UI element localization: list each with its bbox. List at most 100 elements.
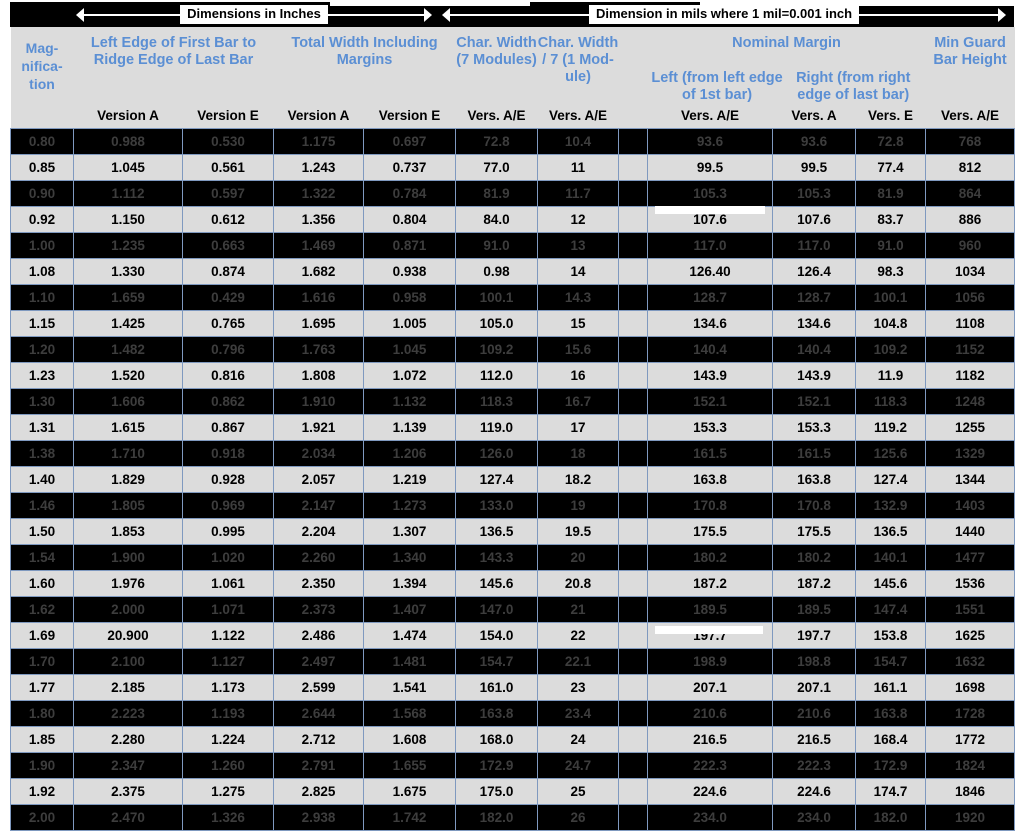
cell-r5-c4: 0.938	[363, 257, 457, 285]
cell-r26-c5: 182.0	[455, 803, 539, 831]
cell-r2-c5: 81.9	[455, 179, 539, 207]
cell-r12-c3: 2.034	[273, 439, 365, 467]
cell-r16-c9: 180.2	[772, 543, 857, 571]
cell-r21-c7	[618, 673, 649, 701]
cell-r14-c4: 1.273	[363, 491, 457, 519]
cell-r7-c11: 1108	[925, 309, 1016, 337]
cell-r18-c9: 189.5	[772, 595, 857, 623]
cell-r2-c10: 81.9	[855, 179, 927, 207]
cell-r26-c10: 182.0	[855, 803, 927, 831]
cell-r24-c6: 24.7	[537, 751, 620, 779]
table-row: 1.31 1.615 0.867 1.921 1.139 119.0 17 153.3 153.…	[10, 413, 1016, 441]
cell-r11-c11: 1255	[925, 413, 1016, 441]
cell-r15-c9: 175.5	[772, 517, 857, 545]
cell-r16-c0: 1.54	[10, 543, 74, 571]
cell-r9-c8: 143.9	[647, 361, 774, 389]
cell-r8-c9: 140.4	[772, 335, 857, 363]
table-row: 1.77 2.185 1.173 2.599 1.541 161.0 23 207.1 207.…	[10, 673, 1016, 701]
table-header: Mag- nifica- tion Left Edge of First Bar…	[10, 27, 1015, 128]
table-row: 1.62 2.000 1.071 2.373 1.407 147.0 21 189.5 189.…	[10, 595, 1016, 623]
cell-r21-c11: 1698	[925, 673, 1016, 701]
cell-r17-c5: 145.6	[455, 569, 539, 597]
cell-r21-c2: 1.173	[181, 673, 275, 701]
cell-r11-c6: 17	[537, 413, 620, 441]
cell-r6-c10: 100.1	[855, 283, 927, 311]
cell-r18-c4: 1.407	[363, 595, 457, 623]
cell-r4-c10: 91.0	[855, 231, 927, 259]
cell-r23-c2: 1.224	[181, 725, 275, 753]
cell-r9-c2: 0.816	[181, 361, 275, 389]
cell-r26-c9: 234.0	[772, 803, 857, 831]
cell-r17-c10: 145.6	[855, 569, 927, 597]
cell-r5-c2: 0.874	[181, 257, 275, 285]
cell-r16-c8: 180.2	[647, 543, 774, 571]
cell-r14-c3: 2.147	[273, 491, 365, 519]
cell-r17-c6: 20.8	[537, 569, 620, 597]
cell-r20-c9: 198.8	[772, 647, 857, 675]
table-row: 1.70 2.100 1.127 2.497 1.481 154.7 22.1 198.9 19…	[10, 647, 1016, 675]
cell-r19-c6: 22	[537, 621, 620, 649]
cell-r16-c10: 140.1	[855, 543, 927, 571]
cell-r15-c11: 1440	[925, 517, 1016, 545]
cell-r26-c3: 2.938	[273, 803, 365, 831]
cell-r5-c3: 1.682	[273, 257, 365, 285]
cell-r14-c6: 19	[537, 491, 620, 519]
cell-r13-c0: 1.40	[10, 465, 74, 493]
cell-r1-c9: 99.5	[772, 153, 857, 181]
cell-r2-c0: 0.90	[10, 179, 74, 207]
cell-r3-c1: 1.150	[73, 205, 183, 233]
dimension-table: Mag- nifica- tion Left Edge of First Bar…	[10, 27, 1016, 831]
cell-r0-c4: 0.697	[363, 127, 457, 155]
cell-r4-c5: 91.0	[455, 231, 539, 259]
cell-r2-c2: 0.597	[181, 179, 275, 207]
table-row: 0.80 0.988 0.530 1.175 0.697 72.8 10.4 93.6 93.6…	[10, 127, 1016, 155]
cell-r2-c6: 11.7	[537, 179, 620, 207]
cell-r9-c5: 112.0	[455, 361, 539, 389]
subheader-7	[618, 104, 648, 128]
cell-r26-c4: 1.742	[363, 803, 457, 831]
cell-r16-c11: 1477	[925, 543, 1016, 571]
cell-r0-c11: 768	[925, 127, 1016, 155]
table-row: 1.38 1.710 0.918 2.034 1.206 126.0 18 161.5 161.…	[10, 439, 1016, 467]
cell-r10-c3: 1.910	[273, 387, 365, 415]
cell-r21-c0: 1.77	[10, 673, 74, 701]
header-magnification-l3: tion	[29, 75, 55, 92]
table-row: 1.30 1.606 0.862 1.910 1.132 118.3 16.7 152.1 15…	[10, 387, 1016, 415]
cell-r20-c2: 1.127	[181, 647, 275, 675]
cell-r26-c1: 2.470	[73, 803, 183, 831]
cell-r13-c6: 18.2	[537, 465, 620, 493]
header-magnification: Mag- nifica- tion	[10, 27, 74, 104]
subheader-11: Vers. A/E	[925, 104, 1015, 128]
header-nominal-margin-subrow: Left (from left edge of 1st bar) Right (f…	[648, 70, 926, 104]
cell-r21-c3: 2.599	[273, 673, 365, 701]
cell-r26-c8: 234.0	[647, 803, 774, 831]
cell-r10-c5: 118.3	[455, 387, 539, 415]
cell-r23-c7	[618, 725, 649, 753]
table-row: 1.60 1.976 1.061 2.350 1.394 145.6 20.8 187.2 18…	[10, 569, 1016, 597]
cell-r16-c5: 143.3	[455, 543, 539, 571]
header-min-guard-bar-height: Min Guard Bar Height	[925, 27, 1015, 104]
table-body: 0.80 0.988 0.530 1.175 0.697 72.8 10.4 93.6 93.6…	[10, 127, 1016, 831]
cell-r22-c0: 1.80	[10, 699, 74, 727]
cell-r20-c4: 1.481	[363, 647, 457, 675]
highlight-bar-lower	[655, 626, 763, 634]
cell-r2-c8: 105.3	[647, 179, 774, 207]
cell-r19-c0: 1.69	[10, 621, 74, 649]
cell-r0-c0: 0.80	[10, 127, 74, 155]
cell-r6-c4: 0.958	[363, 283, 457, 311]
cell-r9-c11: 1182	[925, 361, 1016, 389]
cell-r18-c8: 189.5	[647, 595, 774, 623]
cell-r23-c6: 24	[537, 725, 620, 753]
cell-r13-c5: 127.4	[455, 465, 539, 493]
cell-r12-c7	[618, 439, 649, 467]
cell-r16-c6: 20	[537, 543, 620, 571]
cell-r5-c7	[618, 257, 649, 285]
span-label-inches: Dimensions in Inches	[180, 5, 328, 24]
cell-r1-c5: 77.0	[455, 153, 539, 181]
cell-r11-c3: 1.921	[273, 413, 365, 441]
cell-r6-c0: 1.10	[10, 283, 74, 311]
cell-r1-c3: 1.243	[273, 153, 365, 181]
cell-r1-c2: 0.561	[181, 153, 275, 181]
cell-r17-c7	[618, 569, 649, 597]
cell-r2-c11: 864	[925, 179, 1016, 207]
